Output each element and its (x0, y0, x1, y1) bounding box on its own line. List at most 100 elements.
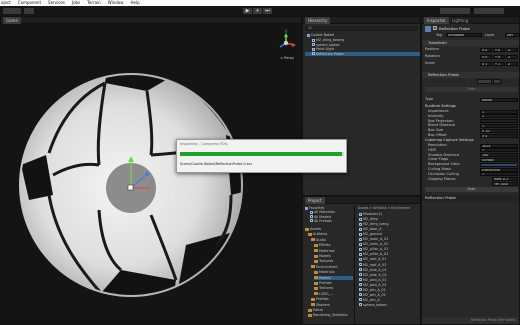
search-icon (310, 210, 313, 214)
asset-label: M2_pillar_A_01 (363, 247, 389, 252)
folder-tree-item[interactable]: Models (314, 254, 353, 259)
folder-icon (314, 270, 318, 274)
asset-item[interactable]: M2_pillar_A_02 (359, 252, 419, 257)
asset-item[interactable]: M2_win_A (359, 298, 419, 303)
folder-icon (314, 292, 318, 296)
asset-item[interactable]: M2_dirrg_iseng (359, 222, 419, 227)
transform-y-field[interactable]: Y 0 (493, 54, 505, 59)
asset-label: M2_wall_A_02 (363, 282, 387, 287)
transform-z-field[interactable]: Z (506, 47, 518, 52)
pivot-toggle[interactable] (24, 8, 34, 14)
folder-tree-item[interactable]: Editor (308, 308, 353, 313)
asset-item[interactable]: sphere_baked (359, 303, 419, 308)
tag-dropdown[interactable]: Untagged (446, 32, 482, 37)
asset-item[interactable]: M2_main_A_01 (359, 237, 419, 242)
folder-tree-item[interactable]: Environment (311, 265, 353, 270)
project-folder-tree: Favorites All Materials All Models All Pref… (303, 205, 355, 325)
asset-item[interactable]: Museum(1) (359, 212, 419, 217)
transform-x-field[interactable]: X 0 (480, 54, 492, 59)
transform-tools[interactable] (3, 8, 21, 14)
asset-item[interactable]: M2_pillar_A_01 (359, 247, 419, 252)
transform-y-field[interactable]: Y 1 (493, 61, 505, 66)
folder-tree-item[interactable]: Materials (314, 270, 353, 275)
transform-z-field[interactable]: Z (506, 54, 518, 59)
tab-hierarchy[interactable]: Hierarchy (305, 17, 331, 24)
probe-pivot-icon[interactable] (127, 184, 134, 191)
asset-item[interactable]: M2_win_A_02 (359, 293, 419, 298)
tab-lighting[interactable]: Lighting (449, 17, 472, 24)
folder-tree-item[interactable]: Prefabs (311, 297, 353, 302)
hierarchy-item-selected[interactable]: Reflection Probe (305, 51, 420, 56)
asset-item[interactable]: M2_dirrg (359, 217, 419, 222)
folder-tree-item[interactable]: Models (314, 275, 353, 281)
clip-far-field[interactable]: Far 1000 (492, 181, 518, 186)
mesh-asset-icon (359, 283, 362, 287)
asset-item[interactable]: M2_wall_A_01 (359, 278, 419, 283)
asset-item[interactable]: M2_win_A_01 (359, 288, 419, 293)
tab-game[interactable]: Game (3, 17, 21, 24)
asset-item[interactable]: M2_side_A_02 (359, 273, 419, 278)
transform-z-field[interactable]: Z (506, 61, 518, 66)
asset-item[interactable]: M2_roof_A_01 (359, 257, 419, 262)
folder-tree-item[interactable]: LODG_... (314, 292, 353, 297)
transform-x-field[interactable]: X 0 (480, 47, 492, 52)
search-icon (310, 219, 313, 223)
folder-tree-item[interactable]: Textures (314, 259, 353, 264)
folder-label: Environment (316, 264, 338, 269)
transform-header[interactable]: Transform (422, 40, 519, 46)
mesh-asset-icon (359, 237, 362, 241)
mesh-asset-icon (359, 298, 362, 302)
probe-edit-bounds-button[interactable] (477, 79, 492, 84)
tab-inspector[interactable]: Inspector (424, 17, 449, 24)
folder-tree-item[interactable]: Shaders (311, 303, 353, 308)
asset-label: Museum(1) (363, 212, 383, 216)
folder-icon (311, 297, 315, 301)
asset-item[interactable]: M2_door_A (359, 227, 419, 232)
layout-dropdown[interactable] (474, 8, 504, 14)
reflection-probe-footer: Reflection Probe (422, 195, 519, 201)
object-name-field[interactable]: Reflection Probe (439, 26, 470, 31)
pause-button[interactable]: ⏸ (253, 8, 262, 14)
layer-dropdown[interactable]: Def (505, 32, 520, 37)
folder-tree-item[interactable]: Assets (305, 227, 353, 232)
reflection-probe-header[interactable]: Reflection Probe (422, 72, 519, 78)
layers-dropdown[interactable] (440, 8, 470, 14)
scene-viewport[interactable]: y (1, 25, 303, 325)
folder-tree-item[interactable]: Materials (314, 249, 353, 254)
play-button[interactable]: ▶ (243, 8, 252, 14)
transform-x-field[interactable]: X 1 (480, 61, 492, 66)
asset-item[interactable]: M2_wall_A_02 (359, 283, 419, 288)
runtime-setting-value[interactable]: X 0 (480, 133, 518, 138)
folder-tree-item[interactable]: Prefabs (314, 281, 353, 286)
hierarchy-item[interactable]: Cookie Baked (307, 33, 420, 38)
mesh-asset-icon (359, 222, 362, 226)
mesh-asset-icon (359, 293, 362, 297)
folder-tree-item[interactable]: Artifacts (308, 232, 353, 237)
folder-tree-item[interactable]: Audio (311, 238, 353, 243)
asset-item[interactable]: M2_side_A_01 (359, 268, 419, 273)
hierarchy-search-input[interactable]: All (305, 26, 418, 31)
asset-item[interactable]: M2_roof_A_02 (359, 263, 419, 268)
type-dropdown[interactable]: Baked (480, 97, 518, 102)
folder-tree-item[interactable]: Effects (314, 243, 353, 248)
folder-label: Shaders (316, 302, 330, 307)
perspective-label[interactable]: < Persp (280, 56, 294, 60)
bake-button[interactable]: Bake (425, 87, 518, 92)
transform-y-field[interactable]: Y 0 (493, 47, 505, 52)
favorites-item[interactable]: All Prefabs (310, 219, 332, 224)
light-icon (312, 47, 315, 51)
asset-item[interactable]: M2_ground (359, 232, 419, 237)
asset-item[interactable]: M2_main_A_02 (359, 242, 419, 247)
bake-probe-button[interactable]: Bake (425, 187, 518, 192)
tab-project[interactable]: Project (305, 197, 325, 204)
mesh-asset-icon (359, 217, 362, 221)
folder-icon (311, 265, 315, 269)
folder-tree-item[interactable]: Rendering_Statistics (308, 313, 353, 318)
project-breadcrumb[interactable]: Assets > Artifacts > Environmen (358, 206, 410, 210)
active-checkbox[interactable] (433, 26, 437, 30)
asset-label: M2_dirrg (363, 217, 378, 222)
step-button[interactable]: ⏭ (263, 8, 272, 14)
folder-tree-item[interactable]: Textures (314, 286, 353, 291)
probe-edit-origin-button[interactable] (493, 79, 501, 84)
asset-label: M2_main_A_01 (363, 237, 389, 242)
